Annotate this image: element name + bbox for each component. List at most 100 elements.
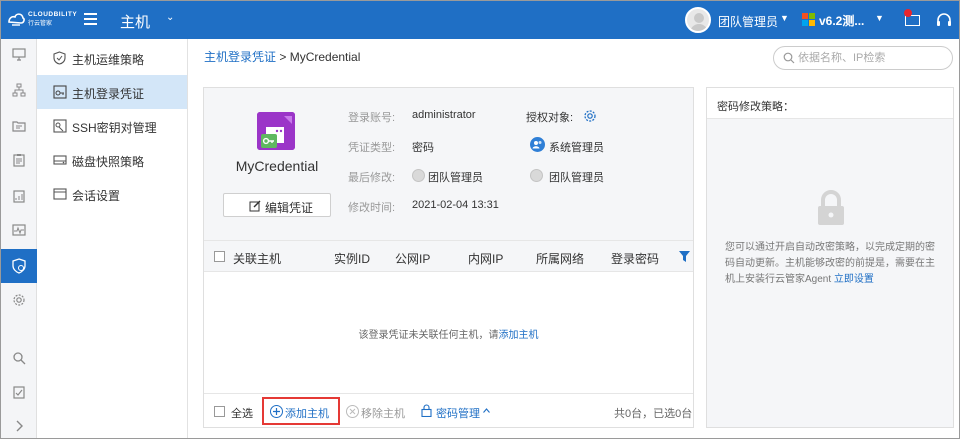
window-icon xyxy=(53,188,67,200)
headset-icon[interactable] xyxy=(936,13,952,27)
credential-header: MyCredential 编辑凭证 登录账号: administrator 凭证… xyxy=(204,88,693,240)
subnav-item-session-settings[interactable]: 会话设置 xyxy=(37,177,187,211)
account-value: administrator xyxy=(412,109,476,121)
subnav-item-snapshot-policy[interactable]: 磁盘快照策略 xyxy=(37,143,187,177)
clipboard-icon xyxy=(13,154,25,167)
time-label: 修改时间: xyxy=(348,202,396,214)
remove-circle-icon[interactable] xyxy=(346,405,359,418)
filter-icon[interactable] xyxy=(679,251,690,262)
rail-item-clipboard[interactable] xyxy=(1,145,37,175)
caret-down-icon[interactable]: ▼ xyxy=(780,13,789,23)
subnav-label: 主机登录凭证 xyxy=(72,87,145,101)
password-policy-panel: 密码修改策略： 您可以通过开启自动改密策略，以完成定期的密码自动更新。主机能够改… xyxy=(706,87,954,428)
table-footer: 全选 添加主机 移除主机 密码管理 共0台，已选0台 xyxy=(204,393,693,427)
gear-icon[interactable] xyxy=(583,109,597,123)
type-label: 凭证类型: xyxy=(348,142,396,154)
app-window: CLOUDBILITY 行云管家 主机 ⌄ 团队管理员 ▼ v6.2测... ▼ xyxy=(0,0,960,439)
rail-item-topology[interactable] xyxy=(1,75,37,105)
rail-item-monitor[interactable] xyxy=(1,39,37,69)
shield-icon xyxy=(53,51,66,65)
logo-text: CLOUDBILITY xyxy=(28,11,78,18)
avatar xyxy=(530,169,543,182)
account-label: 登录账号: xyxy=(348,112,396,124)
activity-icon xyxy=(12,224,26,236)
panel-title: 密码修改策略： xyxy=(717,101,794,113)
disk-icon xyxy=(53,155,67,165)
setup-now-link[interactable]: 立即设置 xyxy=(834,274,874,285)
lock-icon[interactable] xyxy=(421,404,432,417)
column-header[interactable]: 关联主机 xyxy=(233,250,281,267)
column-header[interactable]: 登录密码 xyxy=(611,250,659,267)
role-group-icon xyxy=(530,137,545,152)
breadcrumb-current: MyCredential xyxy=(289,50,361,64)
caret-down-icon[interactable]: ▼ xyxy=(875,13,884,23)
panel-body: 您可以通过开启自动改密策略，以完成定期的密码自动更新。主机能够改密的前提是，需要… xyxy=(707,118,953,427)
version-label[interactable]: v6.2测... xyxy=(819,12,864,29)
rail-expand[interactable] xyxy=(1,411,37,438)
column-header[interactable]: 内网IP xyxy=(468,250,503,267)
time-value: 2021-02-04 13:31 xyxy=(412,199,499,211)
search-icon xyxy=(13,352,26,365)
subnav-item-ssh-keys[interactable]: SSH密钥对管理 xyxy=(37,109,187,143)
module-title[interactable]: 主机 xyxy=(120,11,150,32)
rail-item-security[interactable] xyxy=(1,249,37,283)
edit-credential-button[interactable]: 编辑凭证 xyxy=(223,193,331,217)
column-header[interactable]: 公网IP xyxy=(395,250,430,267)
search-input[interactable] xyxy=(798,50,948,66)
sub-navigation: 主机运维策略 主机登录凭证 SSH密钥对管理 磁盘快照策略 会话设置 xyxy=(37,39,188,438)
notification-dot xyxy=(904,9,912,17)
empty-text: 该登录凭证未关联任何主机，请 xyxy=(358,330,499,341)
logo[interactable]: CLOUDBILITY 行云管家 xyxy=(7,8,83,32)
add-circle-icon[interactable] xyxy=(270,405,283,418)
key-card-icon xyxy=(53,85,67,99)
shield-gear-icon xyxy=(12,258,26,274)
select-all-checkbox[interactable] xyxy=(214,406,225,417)
rail-item-settings[interactable] xyxy=(1,285,37,315)
column-header[interactable]: 所属网络 xyxy=(536,250,584,267)
chevron-down-icon[interactable]: ⌄ xyxy=(166,12,174,23)
rail-item-search[interactable] xyxy=(1,343,37,373)
add-host-button[interactable]: 添加主机 xyxy=(285,405,329,421)
subnav-item-credentials[interactable]: 主机登录凭证 xyxy=(37,75,187,109)
credential-card: MyCredential 编辑凭证 登录账号: administrator 凭证… xyxy=(203,87,694,428)
menu-icon[interactable] xyxy=(84,13,97,25)
column-header[interactable]: 实例ID xyxy=(334,250,370,267)
edit-icon xyxy=(249,200,261,212)
breadcrumb-link[interactable]: 主机登录凭证 xyxy=(204,50,276,64)
grant-user: 团队管理员 xyxy=(549,172,604,184)
remove-host-button[interactable]: 移除主机 xyxy=(361,405,405,421)
rail-item-activity[interactable] xyxy=(1,215,37,245)
avatar[interactable] xyxy=(685,7,711,33)
topology-icon xyxy=(12,83,26,97)
type-value: 密码 xyxy=(412,142,434,154)
folder-icon xyxy=(12,121,26,132)
search-box[interactable] xyxy=(773,46,953,70)
subnav-label: 主机运维策略 xyxy=(72,53,145,67)
modifier-value: 团队管理员 xyxy=(428,172,483,184)
windows-icon xyxy=(802,13,815,26)
rail-item-report[interactable] xyxy=(1,181,37,211)
report-icon xyxy=(13,190,25,203)
credential-key-icon xyxy=(257,112,295,150)
subnav-item-ops-policy[interactable]: 主机运维策略 xyxy=(37,41,187,75)
rail-item-folder[interactable] xyxy=(1,111,37,141)
chevron-up-icon[interactable] xyxy=(483,408,490,413)
subnav-label: 磁盘快照策略 xyxy=(72,155,145,169)
cloudbility-logo-icon xyxy=(8,13,25,26)
breadcrumb: 主机登录凭证 > MyCredential xyxy=(204,48,360,65)
password-management-button[interactable]: 密码管理 xyxy=(436,405,480,421)
subnav-label: 会话设置 xyxy=(72,189,121,203)
empty-table-message: 该登录凭证未关联任何主机，请添加主机 xyxy=(204,326,693,341)
user-name[interactable]: 团队管理员 xyxy=(718,13,778,30)
rail-item-tasks[interactable] xyxy=(1,377,37,407)
breadcrumb-separator: > xyxy=(276,50,290,64)
search-icon xyxy=(783,52,795,64)
add-host-link[interactable]: 添加主机 xyxy=(499,330,539,341)
panel-description: 您可以通过开启自动改密策略，以完成定期的密码自动更新。主机能够改密的前提是，需要… xyxy=(725,240,937,288)
select-all-label[interactable]: 全选 xyxy=(231,405,253,421)
panel-text: 您可以通过开启自动改密策略，以完成定期的密码自动更新。主机能够改密的前提是，需要… xyxy=(725,242,935,285)
subnav-label: SSH密钥对管理 xyxy=(72,121,157,135)
icon-rail xyxy=(1,39,37,438)
credential-name: MyCredential xyxy=(235,158,319,174)
header-checkbox[interactable] xyxy=(214,251,225,262)
